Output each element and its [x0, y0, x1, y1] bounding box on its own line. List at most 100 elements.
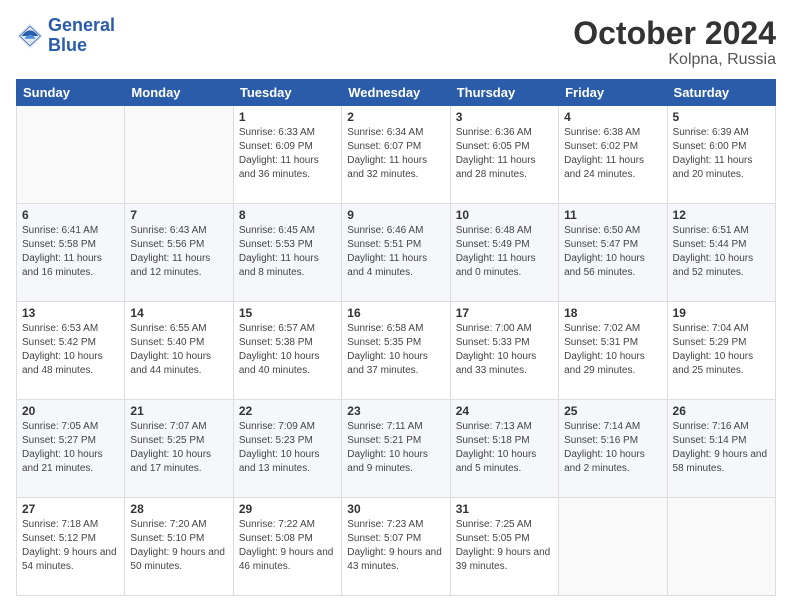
- calendar-week-row: 13Sunrise: 6:53 AM Sunset: 5:42 PM Dayli…: [17, 302, 776, 400]
- day-number: 23: [347, 404, 444, 418]
- day-number: 26: [673, 404, 770, 418]
- calendar-day-header: Sunday: [17, 80, 125, 106]
- calendar-cell: 24Sunrise: 7:13 AM Sunset: 5:18 PM Dayli…: [450, 400, 558, 498]
- calendar-cell: [17, 106, 125, 204]
- day-info: Sunrise: 7:14 AM Sunset: 5:16 PM Dayligh…: [564, 420, 661, 476]
- day-number: 25: [564, 404, 661, 418]
- day-info: Sunrise: 6:51 AM Sunset: 5:44 PM Dayligh…: [673, 224, 770, 280]
- logo-icon: [16, 22, 44, 50]
- calendar-cell: 13Sunrise: 6:53 AM Sunset: 5:42 PM Dayli…: [17, 302, 125, 400]
- calendar-day-header: Wednesday: [342, 80, 450, 106]
- calendar-cell: 25 Sunrise: 7:14 AM Sunset: 5:16 PM Dayli…: [559, 400, 667, 498]
- calendar-cell: 30 Sunrise: 7:23 AM Sunset: 5:07 PM Dayli…: [342, 498, 450, 596]
- day-info: Sunrise: 7:16 AM Sunset: 5:14 PM Dayligh…: [673, 420, 770, 476]
- day-number: 1: [239, 110, 336, 124]
- day-info: Sunrise: 7:22 AM Sunset: 5:08 PM Dayligh…: [239, 518, 336, 574]
- day-info: Sunrise: 6:36 AM Sunset: 6:05 PM Dayligh…: [456, 126, 553, 182]
- calendar-cell: 23 Sunrise: 7:11 AM Sunset: 5:21 PM Dayli…: [342, 400, 450, 498]
- day-info: Sunrise: 6:43 AM Sunset: 5:56 PM Dayligh…: [130, 224, 227, 280]
- calendar-header-row: SundayMondayTuesdayWednesdayThursdayFrid…: [17, 80, 776, 106]
- day-number: 21: [130, 404, 227, 418]
- day-number: 30: [347, 502, 444, 516]
- page: General Blue October 2024 Kolpna, Russia…: [0, 0, 792, 612]
- logo-text: General Blue: [48, 16, 115, 56]
- day-info: Sunrise: 7:00 AM Sunset: 5:33 PM Dayligh…: [456, 322, 553, 378]
- day-number: 10: [456, 208, 553, 222]
- month-title: October 2024: [573, 16, 776, 51]
- day-info: Sunrise: 7:05 AM Sunset: 5:27 PM Dayligh…: [22, 420, 119, 476]
- day-info: Sunrise: 7:11 AM Sunset: 5:21 PM Dayligh…: [347, 420, 444, 476]
- calendar-day-header: Saturday: [667, 80, 775, 106]
- calendar-cell: 27 Sunrise: 7:18 AM Sunset: 5:12 PM Dayli…: [17, 498, 125, 596]
- calendar-week-row: 20Sunrise: 7:05 AM Sunset: 5:27 PM Dayli…: [17, 400, 776, 498]
- day-number: 7: [130, 208, 227, 222]
- calendar-cell: 7 Sunrise: 6:43 AM Sunset: 5:56 PM Daylig…: [125, 204, 233, 302]
- day-info: Sunrise: 6:41 AM Sunset: 5:58 PM Dayligh…: [22, 224, 119, 280]
- calendar-cell: 3 Sunrise: 6:36 AM Sunset: 6:05 PM Daylig…: [450, 106, 558, 204]
- day-number: 13: [22, 306, 119, 320]
- day-info: Sunrise: 7:13 AM Sunset: 5:18 PM Dayligh…: [456, 420, 553, 476]
- calendar-cell: 21 Sunrise: 7:07 AM Sunset: 5:25 PM Dayli…: [125, 400, 233, 498]
- calendar-cell: 4 Sunrise: 6:38 AM Sunset: 6:02 PM Daylig…: [559, 106, 667, 204]
- day-number: 12: [673, 208, 770, 222]
- day-info: Sunrise: 6:55 AM Sunset: 5:40 PM Dayligh…: [130, 322, 227, 378]
- day-number: 11: [564, 208, 661, 222]
- day-info: Sunrise: 6:45 AM Sunset: 5:53 PM Dayligh…: [239, 224, 336, 280]
- day-number: 2: [347, 110, 444, 124]
- title-area: October 2024 Kolpna, Russia: [573, 16, 776, 69]
- calendar-day-header: Thursday: [450, 80, 558, 106]
- day-number: 27: [22, 502, 119, 516]
- day-info: Sunrise: 6:33 AM Sunset: 6:09 PM Dayligh…: [239, 126, 336, 182]
- day-info: Sunrise: 7:23 AM Sunset: 5:07 PM Dayligh…: [347, 518, 444, 574]
- day-info: Sunrise: 7:09 AM Sunset: 5:23 PM Dayligh…: [239, 420, 336, 476]
- day-info: Sunrise: 7:07 AM Sunset: 5:25 PM Dayligh…: [130, 420, 227, 476]
- day-number: 16: [347, 306, 444, 320]
- calendar-cell: 16 Sunrise: 6:58 AM Sunset: 5:35 PM Dayli…: [342, 302, 450, 400]
- calendar-cell: 18 Sunrise: 7:02 AM Sunset: 5:31 PM Dayli…: [559, 302, 667, 400]
- day-info: Sunrise: 7:02 AM Sunset: 5:31 PM Dayligh…: [564, 322, 661, 378]
- calendar-cell: 22 Sunrise: 7:09 AM Sunset: 5:23 PM Dayli…: [233, 400, 341, 498]
- logo-line1: General: [48, 16, 115, 36]
- day-number: 31: [456, 502, 553, 516]
- calendar-cell: [125, 106, 233, 204]
- day-info: Sunrise: 7:25 AM Sunset: 5:05 PM Dayligh…: [456, 518, 553, 574]
- day-info: Sunrise: 6:48 AM Sunset: 5:49 PM Dayligh…: [456, 224, 553, 280]
- calendar-cell: 28Sunrise: 7:20 AM Sunset: 5:10 PM Dayli…: [125, 498, 233, 596]
- calendar-cell: 8 Sunrise: 6:45 AM Sunset: 5:53 PM Daylig…: [233, 204, 341, 302]
- calendar-cell: 14 Sunrise: 6:55 AM Sunset: 5:40 PM Dayli…: [125, 302, 233, 400]
- calendar-cell: 19Sunrise: 7:04 AM Sunset: 5:29 PM Dayli…: [667, 302, 775, 400]
- calendar-cell: 9Sunrise: 6:46 AM Sunset: 5:51 PM Daylig…: [342, 204, 450, 302]
- day-number: 8: [239, 208, 336, 222]
- day-info: Sunrise: 7:18 AM Sunset: 5:12 PM Dayligh…: [22, 518, 119, 574]
- day-info: Sunrise: 6:50 AM Sunset: 5:47 PM Dayligh…: [564, 224, 661, 280]
- day-number: 14: [130, 306, 227, 320]
- calendar-cell: 1 Sunrise: 6:33 AM Sunset: 6:09 PM Daylig…: [233, 106, 341, 204]
- calendar-cell: 29Sunrise: 7:22 AM Sunset: 5:08 PM Dayli…: [233, 498, 341, 596]
- day-number: 3: [456, 110, 553, 124]
- calendar-cell: 15Sunrise: 6:57 AM Sunset: 5:38 PM Dayli…: [233, 302, 341, 400]
- calendar-table: SundayMondayTuesdayWednesdayThursdayFrid…: [16, 79, 776, 596]
- calendar-cell: 11 Sunrise: 6:50 AM Sunset: 5:47 PM Dayli…: [559, 204, 667, 302]
- calendar-week-row: 6 Sunrise: 6:41 AM Sunset: 5:58 PM Daylig…: [17, 204, 776, 302]
- logo-line2: Blue: [48, 36, 115, 56]
- calendar-cell: 5Sunrise: 6:39 AM Sunset: 6:00 PM Daylig…: [667, 106, 775, 204]
- location-subtitle: Kolpna, Russia: [573, 51, 776, 69]
- day-info: Sunrise: 6:38 AM Sunset: 6:02 PM Dayligh…: [564, 126, 661, 182]
- day-number: 6: [22, 208, 119, 222]
- day-number: 22: [239, 404, 336, 418]
- calendar-cell: 17 Sunrise: 7:00 AM Sunset: 5:33 PM Dayli…: [450, 302, 558, 400]
- calendar-day-header: Monday: [125, 80, 233, 106]
- day-info: Sunrise: 6:39 AM Sunset: 6:00 PM Dayligh…: [673, 126, 770, 182]
- day-number: 28: [130, 502, 227, 516]
- day-number: 18: [564, 306, 661, 320]
- day-number: 4: [564, 110, 661, 124]
- logo: General Blue: [16, 16, 115, 56]
- day-info: Sunrise: 6:58 AM Sunset: 5:35 PM Dayligh…: [347, 322, 444, 378]
- day-number: 19: [673, 306, 770, 320]
- calendar-cell: 12 Sunrise: 6:51 AM Sunset: 5:44 PM Dayli…: [667, 204, 775, 302]
- day-info: Sunrise: 6:34 AM Sunset: 6:07 PM Dayligh…: [347, 126, 444, 182]
- calendar-cell: 2 Sunrise: 6:34 AM Sunset: 6:07 PM Daylig…: [342, 106, 450, 204]
- calendar-day-header: Tuesday: [233, 80, 341, 106]
- day-number: 17: [456, 306, 553, 320]
- calendar-cell: 10 Sunrise: 6:48 AM Sunset: 5:49 PM Dayli…: [450, 204, 558, 302]
